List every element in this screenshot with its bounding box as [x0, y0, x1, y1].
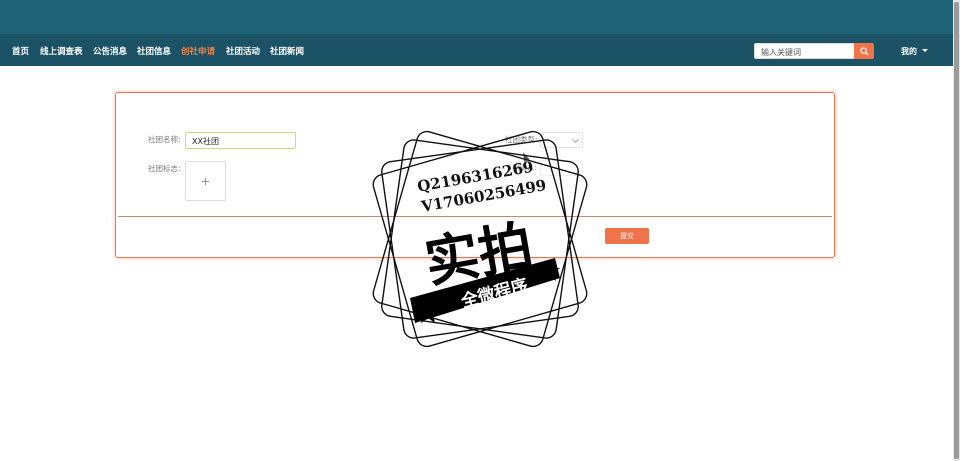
club-logo-label: 社团标志: — [148, 164, 181, 173]
my-menu[interactable]: 我的 — [901, 46, 917, 57]
plus-icon: + — [200, 174, 211, 188]
form-divider — [118, 216, 832, 217]
applicant-input[interactable] — [540, 160, 583, 176]
club-name-label: 社团名称: — [148, 135, 181, 144]
watermark-ribbon-text: 全微程序 — [459, 275, 531, 313]
submit-button[interactable]: 提交 — [605, 228, 649, 244]
nav-item-club-apply[interactable]: 创社申请 — [181, 45, 215, 57]
nav-item-club-activity[interactable]: 社团活动 — [226, 45, 260, 57]
search-button[interactable] — [854, 43, 874, 59]
applicant-label: 申请人: — [512, 163, 538, 172]
nav-item-notice[interactable]: 公告消息 — [93, 45, 127, 57]
club-name-input[interactable]: XX社团 — [185, 132, 296, 149]
chevron-down-icon — [922, 49, 928, 52]
nav-item-club-news[interactable]: 社团新闻 — [270, 45, 304, 57]
club-type-label: 社团类型: — [505, 135, 538, 144]
logo-upload[interactable]: + — [185, 161, 226, 201]
nav-item-home[interactable]: 首页 — [12, 45, 29, 57]
scrollbar-thumb[interactable] — [954, 2, 959, 459]
nav-item-survey[interactable]: 线上调查表 — [40, 45, 83, 57]
top-header-band — [0, 0, 953, 34]
nav-item-club-info[interactable]: 社团信息 — [137, 45, 171, 57]
search-input[interactable]: 输入关键词 — [754, 43, 855, 59]
search-icon — [859, 46, 869, 56]
